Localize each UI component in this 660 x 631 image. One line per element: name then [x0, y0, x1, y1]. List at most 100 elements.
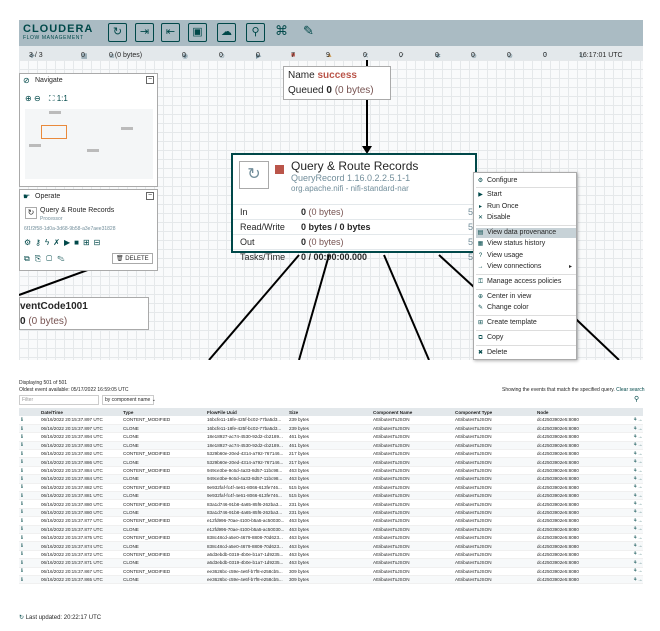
info-icon[interactable]: ℹ — [21, 560, 23, 566]
key-icon[interactable]: ⚷ — [35, 238, 45, 247]
column-header[interactable]: FlowFile Uuid — [205, 408, 287, 416]
info-icon[interactable]: ℹ — [21, 526, 23, 532]
zoom-in-icon[interactable]: ⊕ — [25, 94, 32, 103]
goto-icon[interactable]: → — [637, 442, 642, 448]
column-header[interactable]: Size — [287, 408, 371, 416]
filter-input[interactable]: Filter — [19, 395, 99, 405]
goto-icon[interactable]: → — [637, 434, 642, 440]
goto-icon[interactable]: → — [637, 451, 642, 457]
info-icon[interactable]: ℹ — [21, 417, 23, 423]
disable-icon[interactable]: ✗ — [53, 238, 64, 247]
remote-process-group-icon[interactable]: ☁ — [217, 23, 236, 42]
goto-icon[interactable]: → — [637, 568, 642, 574]
upload-template-icon[interactable]: ⊟ — [94, 238, 105, 247]
goto-icon[interactable]: → — [637, 560, 642, 566]
group-icon[interactable]: ▢ — [46, 254, 57, 263]
menu-item-view-usage[interactable]: ? View usage — [476, 251, 576, 261]
table-row[interactable]: ℹ 06/16/2022 20:15:37.872 UTC CONTENT_MODI… — [19, 550, 643, 560]
table-row[interactable]: ℹ 06/16/2022 20:15:37.877 UTC CLONE e12fd99… — [19, 525, 643, 534]
info-icon[interactable]: ℹ — [21, 501, 23, 507]
menu-item-disable[interactable]: ✕ Disable — [476, 213, 576, 223]
table-row[interactable]: ℹ 06/16/2022 20:15:37.882 UTC CONTENT_MODI… — [19, 483, 643, 493]
column-header[interactable]: Date/Time — [39, 408, 121, 416]
goto-icon[interactable]: → — [637, 551, 642, 557]
info-icon[interactable]: ℹ — [21, 426, 23, 432]
output-port-icon[interactable]: ⇤ — [161, 23, 180, 42]
goto-icon[interactable]: → — [637, 493, 642, 499]
clear-search-link[interactable]: Clear search — [616, 387, 644, 393]
table-row[interactable]: ℹ 06/16/2022 20:15:37.880 UTC CLONE 83a1d74… — [19, 508, 643, 518]
info-icon[interactable]: ℹ — [21, 468, 23, 474]
actual-size-icon[interactable]: 1:1 — [57, 94, 68, 103]
table-row[interactable]: ℹ 06/16/2022 20:15:37.875 UTC CONTENT_MODI… — [19, 533, 643, 543]
goto-icon[interactable]: → — [637, 577, 642, 583]
paste-icon[interactable]: ⎘ — [35, 254, 46, 263]
table-row[interactable]: ℹ 06/16/2022 20:15:37.877 UTC CONTENT_MODI… — [19, 516, 643, 526]
template-icon[interactable]: ⊞ — [83, 238, 94, 247]
goto-icon[interactable]: → — [637, 535, 642, 541]
menu-item-copy[interactable]: ⧉ Copy — [476, 333, 576, 343]
table-row[interactable]: ℹ 06/16/2022 20:15:37.884 UTC CONTENT_MODI… — [19, 466, 643, 476]
template-icon[interactable]: ⌘ — [272, 23, 291, 42]
menu-item-run-once[interactable]: ▸ Run Once — [476, 202, 576, 212]
info-icon[interactable]: ℹ — [21, 493, 23, 499]
collapse-icon[interactable]: − — [146, 192, 154, 200]
filter-by-select[interactable]: by component name ⌄ — [102, 395, 156, 405]
info-icon[interactable]: ℹ — [21, 484, 23, 490]
goto-icon[interactable]: → — [637, 501, 642, 507]
info-icon[interactable]: ℹ — [21, 551, 23, 557]
goto-icon[interactable]: → — [637, 526, 642, 532]
info-icon[interactable]: ℹ — [21, 543, 23, 549]
menu-item-configure[interactable]: ⚙ Configure — [476, 176, 576, 186]
table-row[interactable]: ℹ 06/16/2022 20:15:37.884 UTC CLONE 949ce3b… — [19, 474, 643, 484]
table-row[interactable]: ℹ 06/16/2022 20:15:37.894 UTC CLONE 18e1892… — [19, 432, 643, 442]
table-row[interactable]: ℹ 06/16/2022 20:15:37.893 UTC CLONE 18e1892… — [19, 441, 643, 451]
process-group[interactable]: ventCode1001 0 (0 bytes) — [19, 297, 149, 330]
menu-item-delete[interactable]: ✖ Delete — [476, 348, 576, 358]
label-icon[interactable]: ✎ — [299, 23, 318, 42]
menu-item-change-color[interactable]: ✎ Change color — [476, 303, 576, 313]
menu-item-manage-access-policies[interactable]: ⚿ Manage access policies — [476, 277, 576, 287]
info-icon[interactable]: ℹ — [21, 476, 23, 482]
info-icon[interactable]: ℹ — [21, 535, 23, 541]
goto-icon[interactable]: → — [637, 518, 642, 524]
funnel-icon[interactable]: ⚲ — [246, 23, 265, 42]
column-header[interactable]: Component Type — [453, 408, 535, 416]
menu-item-start[interactable]: ▶ Start — [476, 190, 576, 200]
info-icon[interactable]: ℹ — [21, 568, 23, 574]
table-row[interactable]: ℹ 06/16/2022 20:15:37.874 UTC CLONE 838c48c… — [19, 541, 643, 551]
info-icon[interactable]: ℹ — [21, 518, 23, 524]
table-row[interactable]: ℹ 06/16/2022 20:15:37.880 UTC CONTENT_MODI… — [19, 499, 643, 509]
menu-item-create-template[interactable]: ⊞ Create template — [476, 318, 576, 328]
column-header[interactable]: Component Name — [371, 408, 453, 416]
table-row[interactable]: ℹ 06/16/2022 20:15:37.897 UTC CLONE 16bcfe1… — [19, 424, 643, 434]
table-row[interactable]: ℹ 06/16/2022 20:15:37.871 UTC CLONE a6d3ebd… — [19, 558, 643, 568]
gear-icon[interactable]: ⚙ — [24, 238, 35, 247]
info-icon[interactable]: ℹ — [21, 451, 23, 457]
collapse-icon[interactable]: − — [146, 76, 154, 84]
info-icon[interactable]: ℹ — [21, 434, 23, 440]
start-icon[interactable]: ▶ — [64, 238, 74, 247]
processor-query-route-records[interactable]: ↻ Query & Route Records QueryRecord 1.16… — [231, 153, 477, 262]
menu-item-center-in-view[interactable]: ⊕ Center in view — [476, 292, 576, 302]
goto-icon[interactable]: → — [637, 468, 642, 474]
goto-icon[interactable]: → — [637, 459, 642, 465]
goto-icon[interactable]: → — [637, 509, 642, 515]
delete-button[interactable]: 🗑 DELETE — [112, 253, 153, 264]
column-header[interactable]: Type — [121, 408, 205, 416]
table-row[interactable]: ℹ 06/16/2022 20:15:37.892 UTC CONTENT_MODI… — [19, 449, 643, 459]
info-icon[interactable]: ℹ — [21, 577, 23, 583]
processor-icon[interactable]: ↻ — [108, 23, 127, 42]
table-row[interactable]: ℹ 06/16/2022 20:15:37.865 UTC CLONE ee3626b… — [19, 575, 643, 585]
column-header[interactable]: Node — [535, 408, 631, 416]
info-icon[interactable]: ℹ — [21, 509, 23, 515]
info-icon[interactable]: ℹ — [21, 442, 23, 448]
info-icon[interactable]: ℹ — [21, 459, 23, 465]
refresh-icon[interactable]: ↻ — [19, 615, 24, 621]
connection-label[interactable]: Name success Queued 0 (0 bytes) — [283, 66, 391, 100]
copy-icon[interactable]: ⧉ — [24, 254, 35, 263]
menu-item-view-connections[interactable]: → View connections ▸ — [476, 262, 576, 272]
process-group-icon[interactable]: ▣ — [188, 23, 207, 42]
stop-icon[interactable]: ■ — [74, 238, 83, 247]
search-icon[interactable]: ⚲ — [634, 395, 639, 403]
